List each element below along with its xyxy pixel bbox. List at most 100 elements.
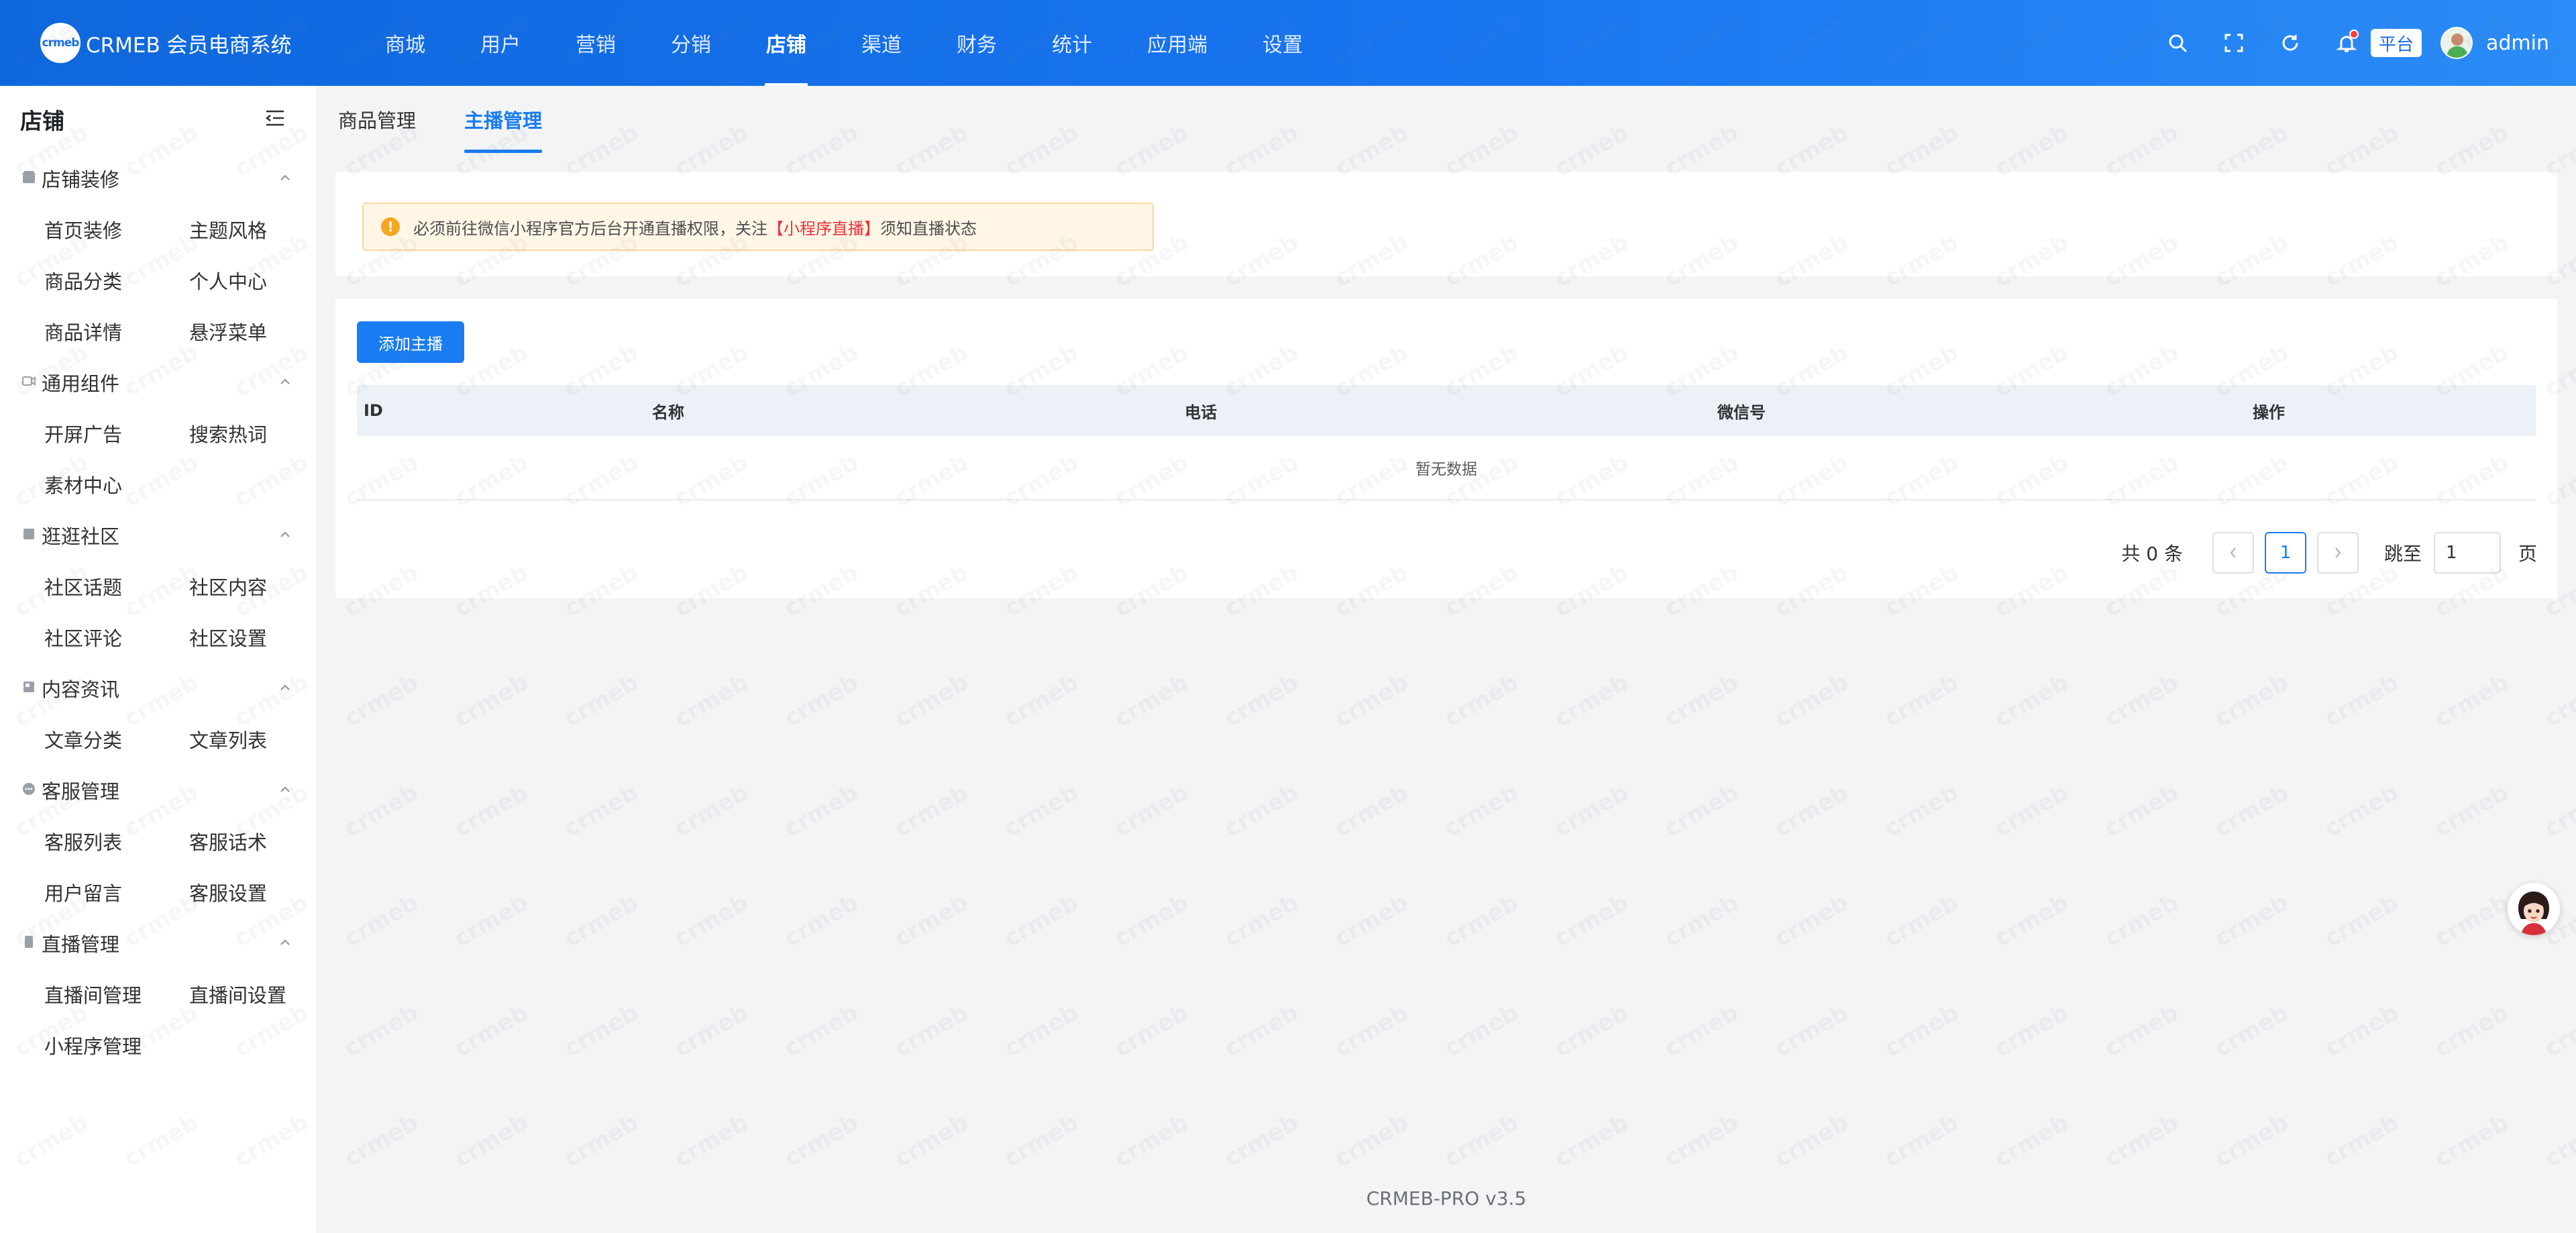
chevron-up-icon — [278, 376, 292, 389]
sidebar-item[interactable]: 搜索热词 — [189, 408, 334, 459]
sidebar-item[interactable]: 社区内容 — [189, 561, 334, 612]
tab-product-management[interactable]: 商品管理 — [338, 86, 416, 153]
page-jump-input[interactable] — [2433, 532, 2501, 574]
sidebar-item[interactable]: 文章列表 — [189, 714, 334, 765]
table-header: ID 名称 电话 微信号 操作 — [357, 385, 2536, 436]
sidebar-header: 店铺 — [0, 86, 316, 153]
sidebar-item[interactable]: 商品分类 — [44, 255, 189, 306]
refresh-icon[interactable] — [2277, 30, 2304, 56]
top-nav-item[interactable]: 店铺 — [751, 0, 821, 86]
username[interactable]: admin — [2486, 32, 2549, 55]
top-nav-item[interactable]: 用户 — [466, 0, 535, 86]
platform-badge[interactable]: 平台 — [2370, 29, 2422, 57]
sidebar-item[interactable]: 客服列表 — [44, 816, 189, 867]
sidebar: 店铺 店铺装修首页装修 主题风格 商品分类 个人中心 商品详情 悬浮菜单通用组件开屏广告搜… — [0, 86, 317, 1233]
sidebar-item[interactable]: 商品详情 — [44, 306, 189, 357]
logo-mark: crmeb — [40, 23, 80, 63]
sidebar-group-label: 内容资讯 — [42, 678, 120, 701]
notice-highlight[interactable]: 【小程序直播】 — [767, 219, 880, 238]
top-nav-item[interactable]: 财务 — [942, 0, 1012, 86]
search-icon[interactable] — [2164, 30, 2191, 56]
next-page-button[interactable] — [2316, 532, 2359, 574]
sidebar-item[interactable]: 悬浮菜单 — [189, 306, 334, 357]
anchor-table-card: 添加主播 ID 名称 电话 微信号 操作 暂无数据 共 0 条 1 跳至 页 — [335, 299, 2557, 598]
table-empty: 暂无数据 — [357, 436, 2536, 500]
top-nav-item[interactable]: 营销 — [561, 0, 631, 86]
sidebar-group-items: 文章分类 文章列表 — [0, 714, 316, 765]
avatar[interactable] — [2440, 27, 2473, 59]
sidebar-item[interactable]: 用户留言 — [44, 867, 189, 918]
sidebar-group-label: 逛逛社区 — [42, 525, 120, 548]
sidebar-group-header[interactable]: 店铺装修 — [0, 153, 316, 204]
top-nav-item[interactable]: 应用端 — [1132, 0, 1222, 86]
sidebar-group-header[interactable]: 直播管理 — [0, 918, 316, 969]
sidebar-item[interactable]: 社区评论 — [44, 612, 189, 663]
collapse-menu-icon[interactable] — [265, 109, 285, 129]
page-number-button[interactable]: 1 — [2264, 532, 2306, 574]
top-nav-item[interactable]: 设置 — [1248, 0, 1318, 86]
page-jump-label: 跳至 — [2383, 543, 2422, 565]
anchor-table: ID 名称 电话 微信号 操作 暂无数据 — [357, 385, 2536, 500]
top-nav-item[interactable]: 渠道 — [847, 0, 916, 86]
sidebar-group-items: 社区话题 社区内容 社区评论 社区设置 — [0, 561, 316, 663]
sidebar-item[interactable]: 开屏广告 — [44, 408, 189, 459]
sidebar-group-items: 开屏广告 搜索热词 素材中心 — [0, 408, 316, 510]
top-nav: 商城 用户 营销 分销 店铺 渠道 财务 统计 应用端 设置 — [370, 0, 1343, 86]
sidebar-item[interactable]: 客服设置 — [189, 867, 334, 918]
customer-service-button[interactable] — [2508, 883, 2560, 935]
sidebar-group-items: 直播间管理 直播间设置 小程序管理 — [0, 969, 316, 1071]
sidebar-item[interactable]: 文章分类 — [44, 714, 189, 765]
top-nav-item[interactable]: 统计 — [1037, 0, 1107, 86]
sidebar-item[interactable]: 小程序管理 — [44, 1020, 189, 1071]
sidebar-group-items: 客服列表 客服话术 用户留言 客服设置 — [0, 816, 316, 918]
notice-text: 必须前往微信小程序官方后台开通直播权限，关注【小程序直播】须知直播状态 — [413, 219, 977, 238]
main-content: 商品管理 主播管理 ! 必须前往微信小程序官方后台开通直播权限，关注【小程序直播】… — [317, 86, 2576, 1233]
sidebar-item[interactable]: 社区设置 — [189, 612, 334, 663]
table-column-header: ID — [364, 401, 383, 420]
page-unit-label: 页 — [2518, 543, 2537, 565]
footer-version: CRMEB-PRO v3.5 — [1366, 1187, 1527, 1210]
pagination: 共 0 条 1 跳至 页 — [2121, 532, 2537, 574]
sidebar-group-header[interactable]: 逛逛社区 — [0, 510, 316, 561]
app-title: CRMEB 会员电商系统 — [86, 33, 292, 58]
bell-icon[interactable] — [2333, 30, 2360, 56]
chevron-up-icon — [278, 529, 292, 542]
sidebar-item[interactable]: 直播间设置 — [189, 969, 334, 1020]
notice-card: ! 必须前往微信小程序官方后台开通直播权限，关注【小程序直播】须知直播状态 — [335, 172, 2557, 276]
top-nav-item[interactable]: 商城 — [370, 0, 440, 86]
chevron-up-icon — [278, 784, 292, 797]
sidebar-menu: 店铺装修首页装修 主题风格 商品分类 个人中心 商品详情 悬浮菜单通用组件开屏广告 搜索热词… — [0, 153, 316, 1071]
sidebar-item[interactable]: 首页装修 — [44, 204, 189, 255]
store-icon — [21, 170, 36, 187]
sidebar-item[interactable]: 直播间管理 — [44, 969, 189, 1020]
add-anchor-button[interactable]: 添加主播 — [357, 321, 464, 363]
header-tools: 平台 admin — [2135, 0, 2549, 86]
sidebar-group-label: 通用组件 — [42, 372, 120, 395]
sidebar-group-header[interactable]: 内容资讯 — [0, 663, 316, 714]
sidebar-group-items: 首页装修 主题风格 商品分类 个人中心 商品详情 悬浮菜单 — [0, 204, 316, 357]
community-icon — [21, 527, 36, 544]
warning-icon: ! — [381, 217, 400, 236]
fullscreen-icon[interactable] — [2220, 30, 2247, 56]
sidebar-group-label: 直播管理 — [42, 933, 120, 956]
notice-alert: ! 必须前往微信小程序官方后台开通直播权限，关注【小程序直播】须知直播状态 — [362, 203, 1154, 251]
sidebar-item[interactable]: 客服话术 — [189, 816, 334, 867]
table-column-header: 微信号 — [1717, 403, 1766, 422]
table-column-header: 名称 — [652, 403, 684, 422]
top-nav-item[interactable]: 分销 — [656, 0, 726, 86]
sidebar-item[interactable]: 主题风格 — [189, 204, 334, 255]
sidebar-group-header[interactable]: 客服管理 — [0, 765, 316, 816]
sidebar-group-label: 店铺装修 — [42, 168, 120, 191]
table-column-header: 电话 — [1185, 403, 1217, 422]
tab-anchor-management[interactable]: 主播管理 — [464, 86, 543, 153]
sidebar-group-label: 客服管理 — [42, 780, 120, 803]
prev-page-button[interactable] — [2212, 532, 2254, 574]
chevron-up-icon — [278, 172, 292, 185]
logo[interactable]: crmeb CRMEB 会员电商系统 — [40, 23, 322, 63]
sidebar-item[interactable]: 素材中心 — [44, 459, 189, 510]
sidebar-item[interactable]: 个人中心 — [189, 255, 334, 306]
sidebar-item[interactable]: 社区话题 — [44, 561, 189, 612]
component-icon — [21, 374, 36, 391]
sidebar-group-header[interactable]: 通用组件 — [0, 357, 316, 408]
sidebar-title: 店铺 — [20, 108, 64, 134]
